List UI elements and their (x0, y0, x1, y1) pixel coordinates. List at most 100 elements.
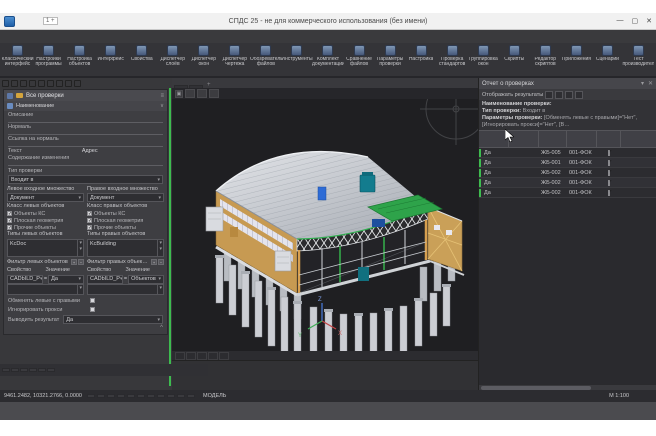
report-panel-header[interactable]: Отчет о проверках ▾ ✕ (479, 78, 656, 89)
ribbon-button[interactable]: Диспетчер чертежа (219, 44, 250, 68)
report-column-header[interactable] (539, 131, 567, 147)
checkbox[interactable] (87, 225, 92, 230)
dock-tab[interactable] (38, 368, 46, 372)
ribbon-button[interactable]: Диспетчер слоёв (157, 44, 188, 68)
status-toggle[interactable] (137, 394, 145, 398)
property-dropdown[interactable]: CADbILD_P▾ (87, 275, 123, 284)
report-column-header[interactable] (621, 131, 655, 147)
layout-tab[interactable] (208, 352, 218, 360)
table-row[interactable]: Да ЖБ-002 001-ФОК (479, 188, 656, 198)
ribbon-button[interactable]: Тест производительности (623, 44, 654, 68)
document-dropdown[interactable]: Документ▾ (87, 193, 164, 202)
status-toggle[interactable] (147, 394, 155, 398)
panel-collapse-arrow[interactable]: ^ (4, 325, 167, 331)
add-filter-button[interactable]: + (71, 259, 77, 265)
check-type-dropdown[interactable]: Входит в▾ (8, 175, 163, 184)
view-mode-icon[interactable]: ▣ (175, 90, 183, 98)
scale-indicator[interactable]: М 1:100 (609, 393, 629, 399)
decision-checkbox[interactable] (608, 180, 610, 186)
ribbon-button[interactable]: Приложения (561, 44, 592, 63)
checkbox[interactable] (7, 225, 12, 230)
ribbon-button[interactable]: Свойства (126, 44, 157, 63)
decision-checkbox[interactable] (608, 150, 610, 156)
table-row[interactable]: Да ЖБ-001 001-ФОК (479, 158, 656, 168)
ribbon-button[interactable]: Сравнение файлов (344, 44, 375, 68)
add-filter-button[interactable]: + (151, 259, 157, 265)
ribbon-button[interactable]: Комплект документации (312, 44, 343, 68)
dock-tab[interactable] (11, 368, 19, 372)
ribbon-button[interactable]: Настройка объектов (64, 44, 95, 68)
report-column-header[interactable] (597, 131, 621, 147)
remove-filter-button[interactable]: − (158, 259, 164, 265)
filter-list[interactable]: ▾ (7, 284, 84, 295)
document-dropdown[interactable]: Документ▾ (7, 193, 84, 202)
layout-tab[interactable] (197, 352, 207, 360)
status-toggle[interactable] (97, 394, 105, 398)
ribbon-button[interactable]: Диспетчер окон (188, 44, 219, 68)
checkbox[interactable] (7, 211, 12, 216)
checkbox[interactable] (90, 298, 95, 303)
ribbon-button[interactable]: Настройки программы (33, 44, 64, 68)
panel-menu-icon[interactable]: ≡ (160, 93, 164, 99)
close-button[interactable]: ✕ (646, 17, 652, 25)
table-row[interactable]: Да ЖБ-002 001-ФОК (479, 168, 656, 178)
model-space-label[interactable]: МОДЕЛЬ (203, 393, 226, 399)
maximize-button[interactable]: ▢ (632, 17, 639, 25)
status-toggle[interactable] (127, 394, 135, 398)
property-dropdown[interactable]: CADbILD_P▾ (7, 275, 43, 284)
value-dropdown[interactable]: Да▾ (48, 275, 84, 284)
minimize-button[interactable]: — (617, 17, 624, 25)
status-toggle[interactable] (157, 394, 165, 398)
status-toggle[interactable] (177, 394, 185, 398)
layout-tab[interactable] (175, 352, 185, 360)
document-tab[interactable] (174, 85, 188, 88)
section-name[interactable]: Наименование ∨ (4, 101, 167, 111)
value-dropdown[interactable]: Объектов▾ (128, 275, 164, 284)
ribbon-button[interactable]: Скрипты (499, 44, 530, 63)
remove-filter-button[interactable]: − (78, 259, 84, 265)
decision-checkbox[interactable] (608, 160, 610, 166)
document-tab[interactable] (189, 85, 203, 88)
ribbon-button[interactable]: Редактор скриптов (530, 44, 561, 68)
layout-tab[interactable] (186, 352, 196, 360)
text-value[interactable]: Адрес (82, 148, 98, 154)
listbox-buttons[interactable]: ▾▾ (77, 240, 83, 256)
status-toggle[interactable] (187, 394, 195, 398)
ribbon-button[interactable]: Настройка (406, 44, 437, 63)
checkbox[interactable] (87, 218, 92, 223)
status-toggle[interactable] (107, 394, 115, 398)
panel-menu-icon[interactable]: ▾ (641, 80, 644, 87)
panel-resize-indicator[interactable] (169, 88, 171, 386)
listbox-buttons[interactable]: ▾▾ (157, 240, 163, 256)
view-option-chip[interactable] (209, 89, 219, 98)
checkbox[interactable] (90, 307, 95, 312)
table-row[interactable]: Да ЖБ-005 001-ФОК (479, 148, 656, 158)
decision-checkbox[interactable] (608, 170, 610, 176)
view-option-chip[interactable] (197, 89, 207, 98)
view-option-chip[interactable] (185, 89, 195, 98)
model-canvas[interactable]: Z X Y (172, 99, 478, 351)
table-row[interactable]: Да ЖБ-002 001-ФОК (479, 178, 656, 188)
dock-tab[interactable] (20, 368, 28, 372)
ribbon-button[interactable]: Интерфейс (95, 44, 126, 63)
types-listbox[interactable]: KcDoc ▾▾ (7, 239, 84, 257)
ribbon-button[interactable]: Сценарий (592, 44, 623, 63)
panel-header[interactable]: Все проверки ≡ (4, 90, 167, 101)
report-column-header[interactable] (567, 131, 597, 147)
status-toggle[interactable] (87, 394, 95, 398)
ribbon-button[interactable]: Инструменты (281, 44, 312, 63)
ribbon-button[interactable]: Классический интерфейс (2, 44, 33, 68)
filter-list[interactable]: ▾ (87, 284, 164, 295)
new-document-button[interactable]: + (204, 82, 214, 88)
status-toggle[interactable] (167, 394, 175, 398)
checkbox[interactable] (7, 218, 12, 223)
ribbon-button[interactable]: Параметры проверки (375, 44, 406, 68)
layout-tab[interactable] (219, 352, 229, 360)
dock-tab[interactable] (29, 368, 37, 372)
command-line[interactable] (172, 360, 478, 390)
output-dropdown[interactable]: Да▾ (63, 315, 163, 324)
chevron-down-icon[interactable]: ∨ (160, 103, 164, 109)
panel-close-icon[interactable]: ✕ (648, 80, 653, 87)
status-toggle[interactable] (117, 394, 125, 398)
checkbox[interactable] (87, 211, 92, 216)
